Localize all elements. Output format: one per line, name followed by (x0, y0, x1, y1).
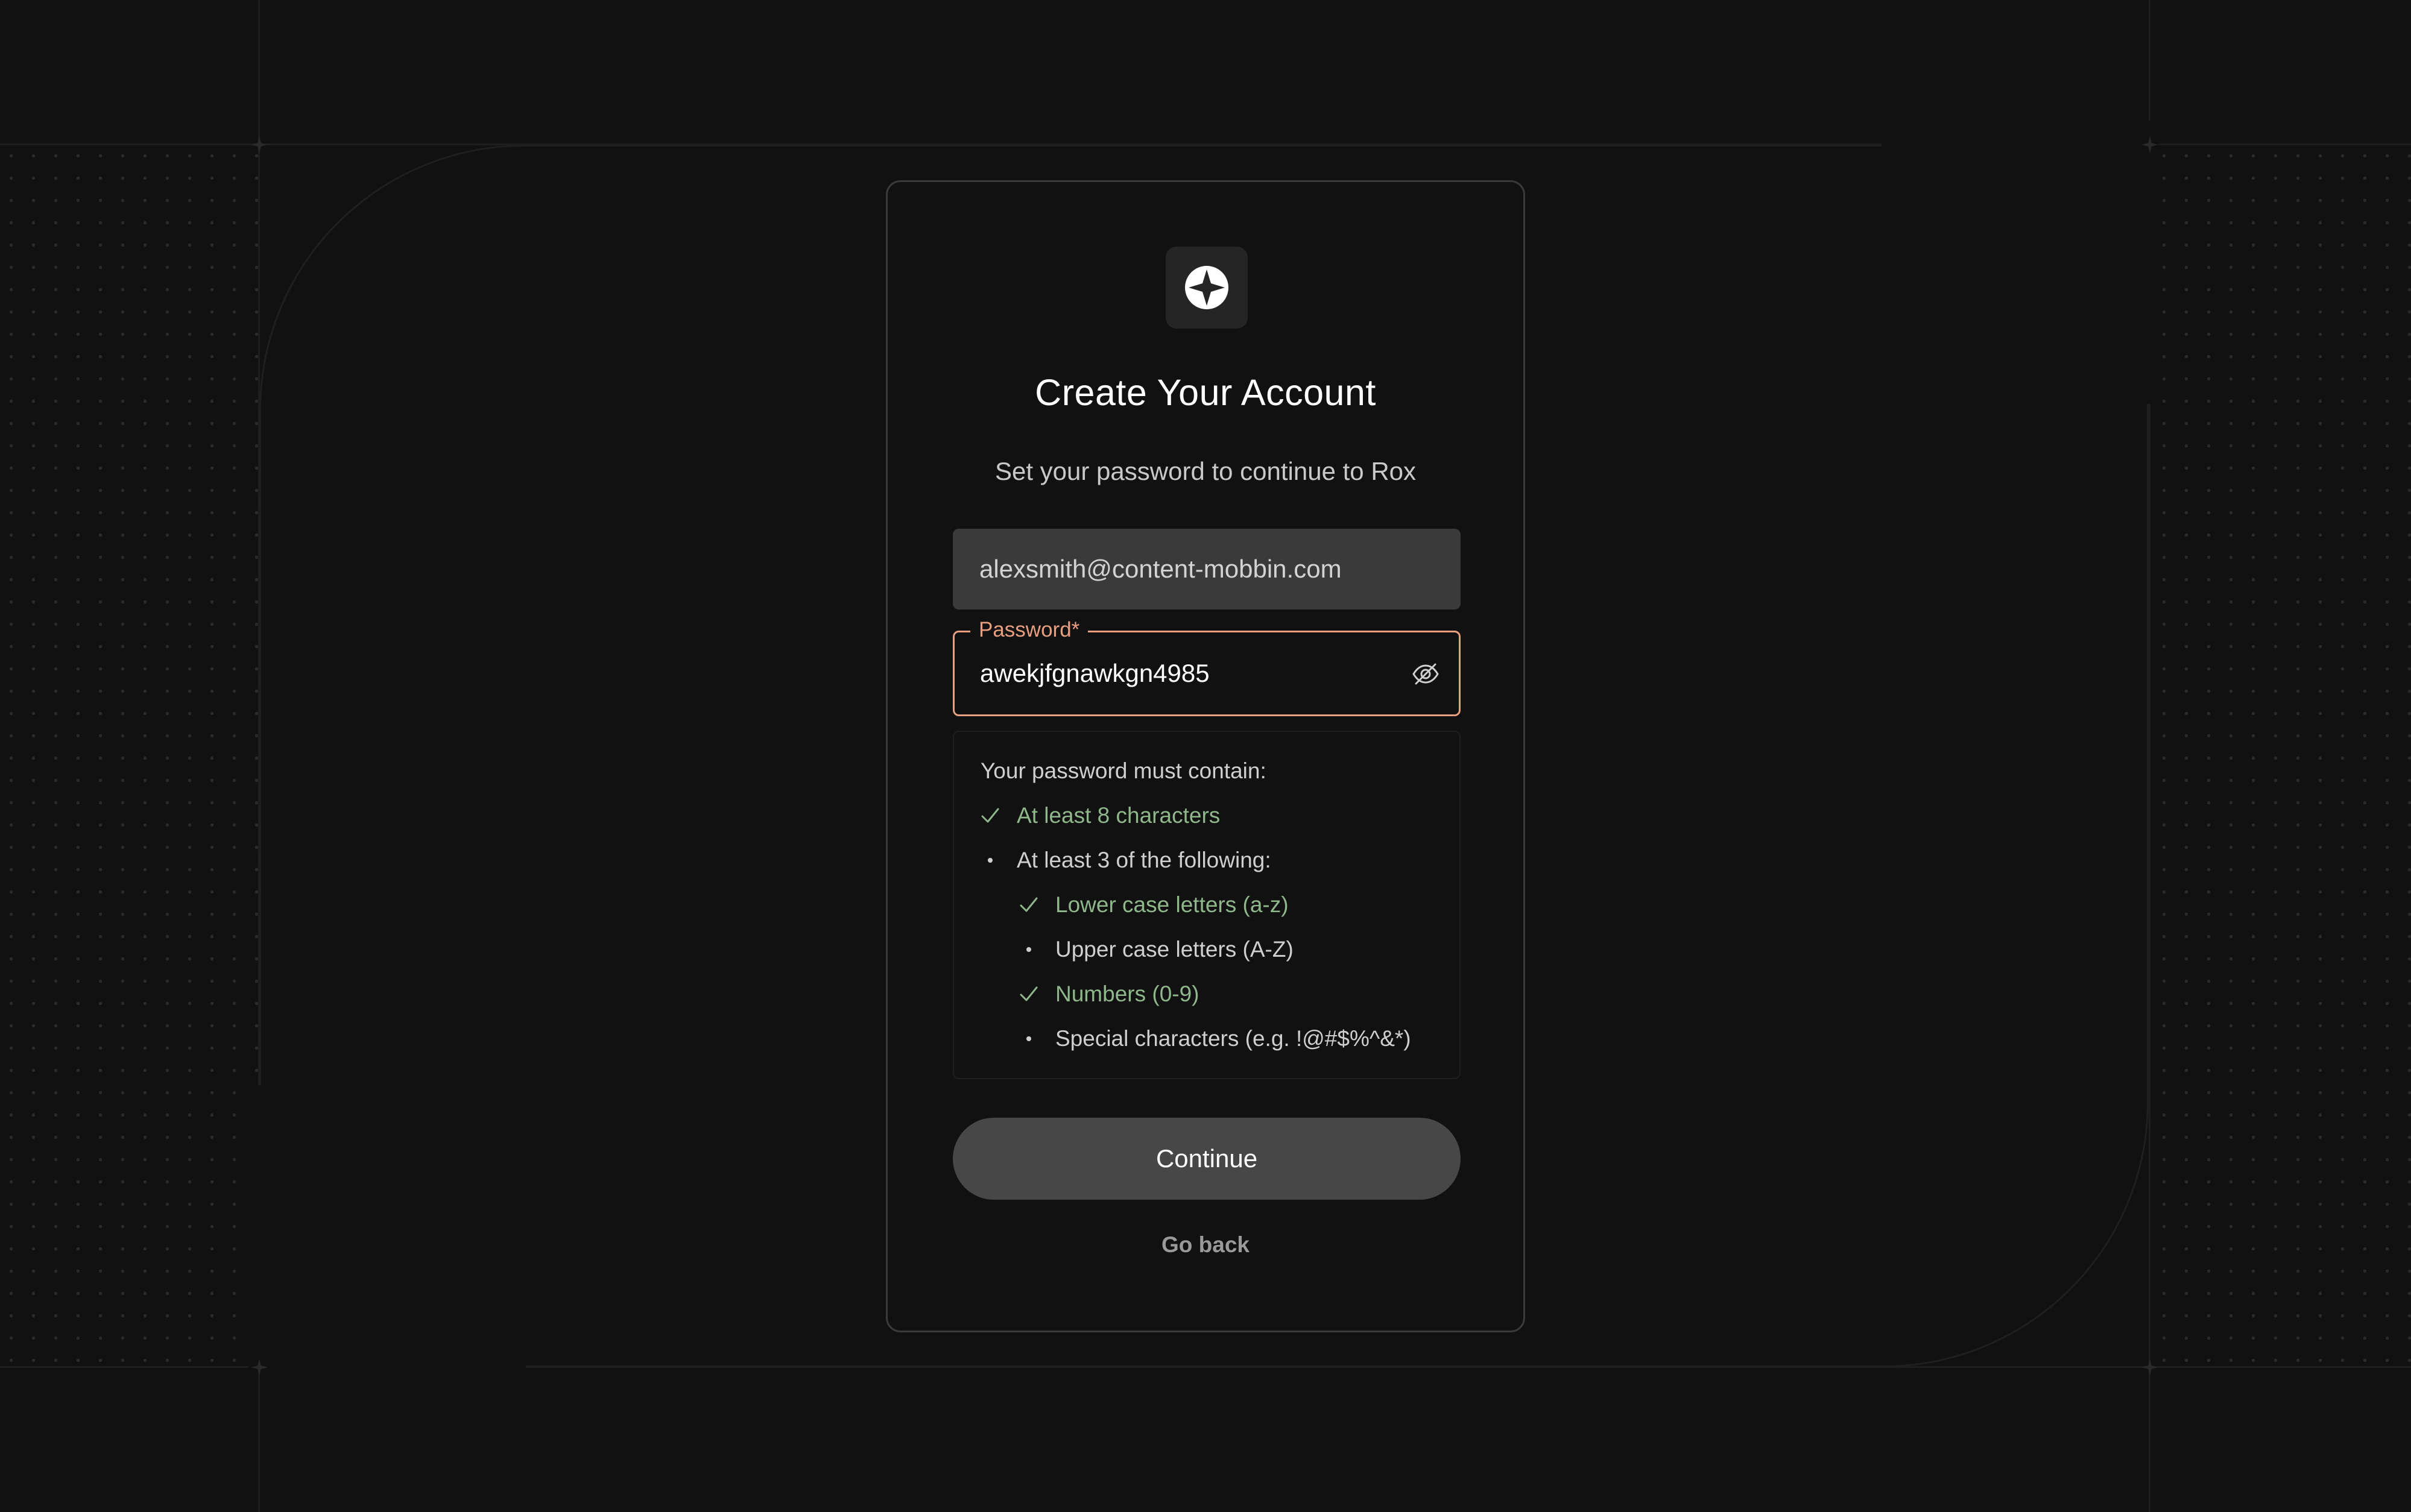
page-subtitle: Set your password to continue to Rox (994, 457, 1417, 485)
requirements-heading: Your password must contain: (981, 758, 1266, 783)
create-account-card: Create Your Account Set your password to… (886, 180, 1525, 1332)
eye-slash-icon (1412, 663, 1439, 685)
password-value[interactable]: awekjfgnawkgn4985 (980, 632, 1210, 714)
frame-mask (248, 1085, 526, 1369)
requirement-numbers: Numbers (0-9) (1017, 979, 1199, 1009)
go-back-link[interactable]: Go back (888, 1232, 1523, 1258)
requirement-text: Special characters (e.g. !@#$%^&*) (1055, 1026, 1411, 1051)
compass-star-icon (1185, 266, 1228, 309)
dot-pattern-right (2153, 145, 2411, 1367)
check-icon (1017, 890, 1041, 920)
bullet-icon (1017, 1024, 1041, 1054)
bullet-icon (978, 845, 1002, 875)
frame-mask (1882, 121, 2159, 404)
check-icon (1017, 979, 1041, 1009)
password-requirements: Your password must contain: At least 8 c… (953, 731, 1461, 1079)
password-field[interactable]: Password* awekjfgnawkgn4985 (953, 617, 1461, 716)
requirement-text: At least 3 of the following: (1017, 848, 1271, 872)
requirement-text: Numbers (0-9) (1055, 981, 1199, 1006)
requirement-text: At least 8 characters (1017, 803, 1221, 828)
requirement-lowercase: Lower case letters (a-z) (1017, 890, 1289, 920)
continue-button[interactable]: Continue (953, 1118, 1461, 1200)
check-icon (978, 801, 1002, 831)
app-logo (1166, 247, 1248, 329)
requirement-special: Special characters (e.g. !@#$%^&*) (1017, 1024, 1411, 1054)
requirement-uppercase: Upper case letters (A-Z) (1017, 934, 1294, 965)
requirement-text: Upper case letters (A-Z) (1055, 937, 1294, 962)
email-value: alexsmith@content-mobbin.com (979, 555, 1342, 583)
requirement-three-of: At least 3 of the following: (978, 845, 1271, 875)
requirement-min-length: At least 8 characters (978, 801, 1220, 831)
show-password-toggle[interactable] (1411, 659, 1441, 689)
email-field[interactable]: alexsmith@content-mobbin.com (953, 529, 1461, 610)
bullet-icon (1017, 934, 1041, 965)
requirement-text: Lower case letters (a-z) (1055, 892, 1289, 917)
page-title: Create Your Account (1035, 372, 1376, 413)
dot-pattern-left (0, 145, 258, 1367)
